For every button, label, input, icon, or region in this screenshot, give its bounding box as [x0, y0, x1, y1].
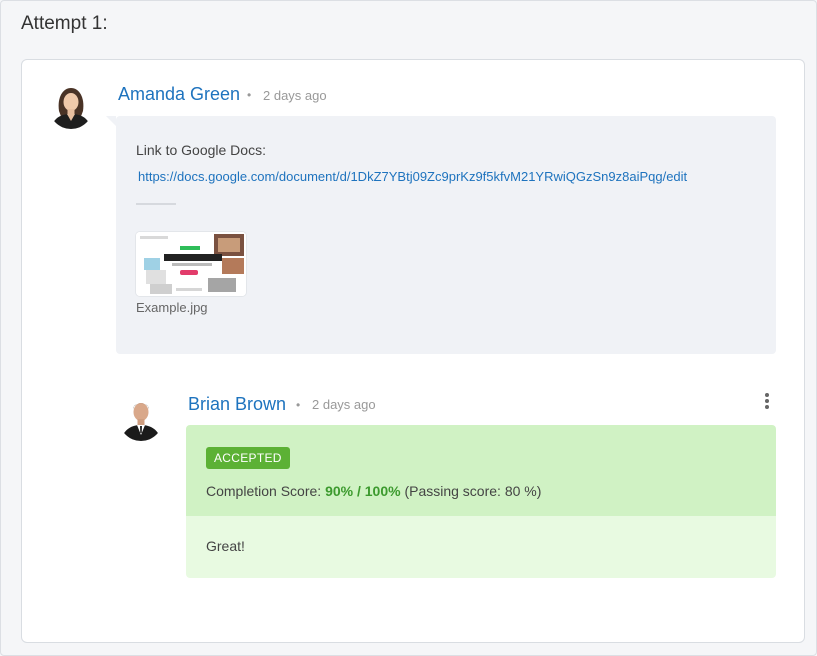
score-prefix: Completion Score:	[206, 483, 322, 499]
review-header: ACCEPTED Completion Score: 90% / 100% (P…	[186, 425, 776, 516]
image-thumbnail-icon	[136, 232, 246, 296]
avatar-female-icon	[49, 85, 93, 129]
attachment-thumbnail[interactable]	[136, 232, 246, 296]
review-bubble: ACCEPTED Completion Score: 90% / 100% (P…	[186, 425, 776, 578]
status-badge: ACCEPTED	[206, 447, 290, 469]
divider	[136, 203, 176, 205]
submission-author[interactable]: Amanda Green	[118, 84, 240, 105]
avatar-amanda[interactable]	[49, 85, 93, 129]
score-value: 90% / 100%	[325, 483, 401, 499]
review-comment-area: Great!	[186, 516, 776, 578]
avatar-male-icon	[119, 397, 163, 441]
submission-time: 2 days ago	[263, 88, 327, 103]
avatar-brian[interactable]	[119, 397, 163, 441]
separator-dot: •	[247, 88, 252, 102]
google-docs-link[interactable]: https://docs.google.com/document/d/1DkZ7…	[138, 169, 687, 184]
review-time: 2 days ago	[312, 397, 376, 412]
review-author[interactable]: Brian Brown	[188, 394, 286, 415]
attempt-panel: Attempt 1: Amanda Green • 2 days ago Lin…	[0, 0, 817, 656]
completion-score: Completion Score: 90% / 100% (Passing sc…	[206, 483, 541, 499]
passing-score: (Passing score: 80 %)	[404, 483, 542, 499]
link-label: Link to Google Docs:	[136, 142, 266, 158]
attempt-card: Amanda Green • 2 days ago Link to Google…	[21, 59, 805, 643]
submission-bubble: Link to Google Docs: https://docs.google…	[106, 116, 776, 354]
attempt-title: Attempt 1:	[21, 13, 108, 34]
more-vertical-icon[interactable]	[761, 392, 773, 412]
review-comment: Great!	[206, 538, 245, 554]
attachment-filename[interactable]: Example.jpg	[136, 300, 208, 315]
separator-dot: •	[296, 398, 301, 412]
